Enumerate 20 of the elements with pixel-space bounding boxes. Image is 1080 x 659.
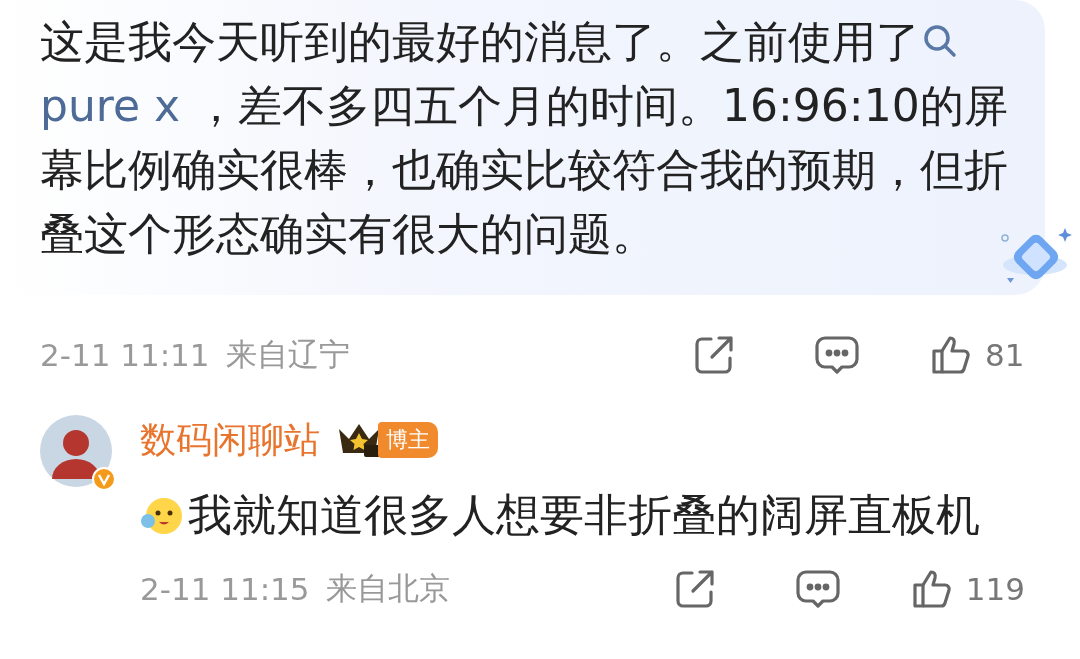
thumbs-up-icon[interactable]: [911, 569, 954, 609]
share-icon[interactable]: [673, 568, 716, 610]
avatar[interactable]: [40, 415, 112, 487]
comment-icon[interactable]: [795, 569, 840, 609]
blogger-badge: 博主: [378, 422, 438, 458]
search-link[interactable]: pure x: [40, 80, 181, 131]
comment-icon[interactable]: [815, 335, 859, 375]
timestamp: 2-11 11:15: [140, 571, 310, 607]
comment-text: 这是我今天听到的最好的消息了。之前使用了 pure x ，差不多四五个月的时间。16:96:10的屏幕比例确实很棒，也确实比较符合我的预期，但折叠这个形态确实有很大的问题。: [40, 15, 1009, 261]
location: 来自北京: [325, 569, 450, 608]
verified-badge-icon: [92, 467, 116, 491]
like-count: 81: [985, 337, 1025, 373]
location: 来自辽宁: [225, 335, 350, 374]
search-icon: [922, 23, 958, 59]
timestamp: 2-11 11:11: [40, 337, 210, 373]
author-name[interactable]: 数码闲聊站: [140, 415, 320, 465]
reply-text: 我就知道很多人想要非折叠的阔屏直板机: [188, 487, 980, 542]
thumbs-up-icon[interactable]: [931, 335, 973, 375]
like-count: 119: [965, 571, 1025, 607]
share-icon[interactable]: [693, 334, 735, 376]
